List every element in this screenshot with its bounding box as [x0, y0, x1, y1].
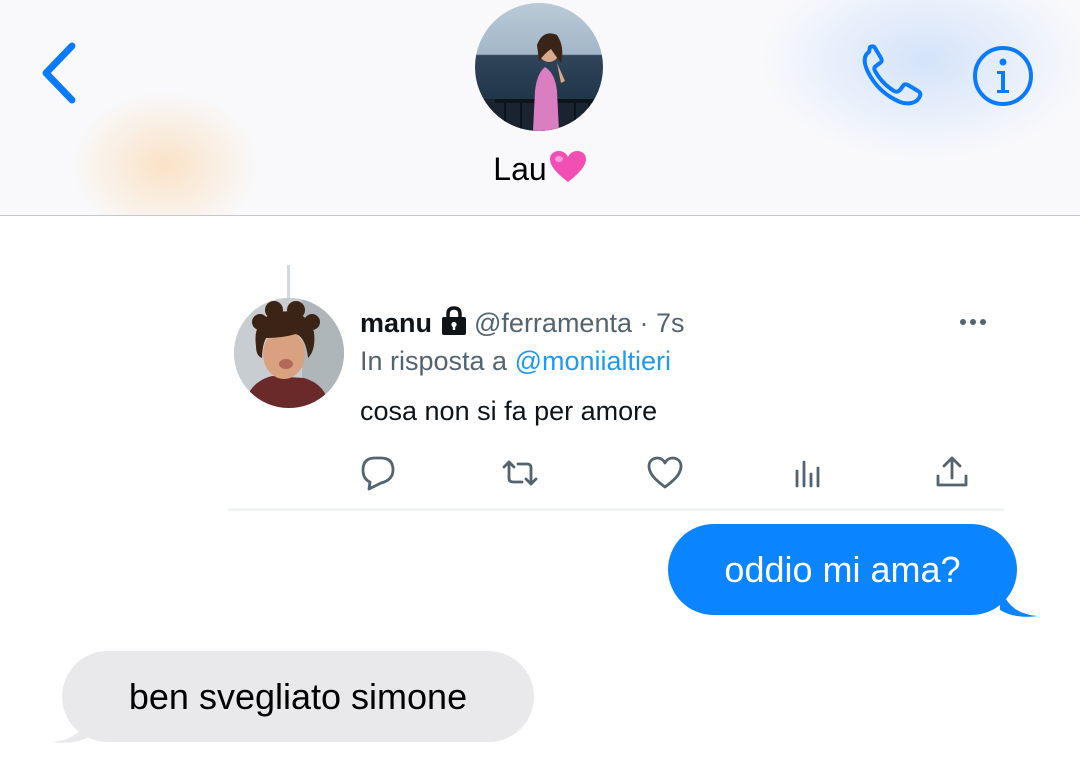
reply-prefix: In risposta a: [360, 346, 508, 376]
contact-avatar[interactable]: [475, 3, 603, 131]
share-action[interactable]: [932, 454, 972, 492]
info-button[interactable]: [972, 45, 1034, 107]
like-action[interactable]: [645, 454, 685, 492]
incoming-message-text: ben svegliato simone: [128, 675, 468, 717]
outgoing-message[interactable]: oddio mi ama?: [668, 524, 1017, 615]
lock-icon: [442, 306, 467, 335]
tweet-display-name[interactable]: manu: [360, 308, 432, 338]
contact-photo: [475, 33, 603, 131]
info-icon: [973, 46, 1033, 106]
retweet-icon: [502, 460, 538, 486]
pink-heart-icon: [549, 151, 586, 182]
analytics-action[interactable]: [788, 454, 828, 492]
tweet-timestamp[interactable]: 7s: [656, 308, 685, 338]
back-button[interactable]: [36, 38, 86, 108]
tweet-handle[interactable]: @ferramenta: [474, 308, 632, 338]
more-options-icon[interactable]: [956, 312, 990, 332]
retweet-action[interactable]: [500, 454, 540, 492]
incoming-message[interactable]: ben svegliato simone: [62, 651, 534, 742]
reply-mention-link[interactable]: @moniialtieri: [515, 346, 671, 376]
phone-icon: [862, 44, 923, 106]
chevron-left-icon: [42, 42, 76, 104]
outgoing-message-text: oddio mi ama?: [724, 548, 961, 590]
tweet-text: cosa non si fa per amore: [360, 396, 658, 426]
heart-outline-icon: [647, 456, 683, 489]
tweet-header: manu @ferramenta · 7s: [360, 306, 685, 339]
reply-action[interactable]: [358, 454, 398, 492]
share-icon: [936, 456, 968, 487]
author-photo: [234, 298, 344, 408]
conversation-header: Lau: [0, 0, 1080, 216]
tweet-author-avatar[interactable]: [234, 298, 344, 408]
reply-context: In risposta a @moniialtieri: [360, 346, 671, 377]
reply-bubble-icon: [361, 456, 395, 491]
separator-dot: ·: [639, 308, 649, 338]
call-button[interactable]: [858, 44, 928, 108]
analytics-icon: [795, 460, 820, 488]
contact-name[interactable]: Lau: [0, 150, 1080, 188]
contact-name-label: Lau: [493, 151, 547, 187]
